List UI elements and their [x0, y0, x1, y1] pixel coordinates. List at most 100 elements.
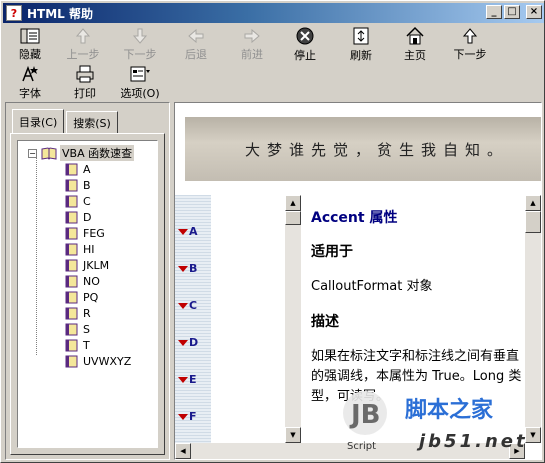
closed-book-icon [65, 291, 78, 303]
tree-item[interactable]: C [64, 193, 131, 209]
options-icon [129, 64, 151, 84]
closed-book-icon [65, 227, 78, 239]
closed-book-icon [65, 163, 78, 175]
font-button[interactable]: 字体 [5, 64, 55, 100]
closed-book-icon [65, 259, 78, 271]
tree-item[interactable]: HI [64, 241, 131, 257]
closed-book-icon [65, 323, 78, 335]
closed-book-icon [65, 243, 78, 255]
print-button[interactable]: 打印 [60, 64, 110, 100]
contents-tree[interactable]: − VBA 函数速查 A B C D FEG HI JKLM NO PQ R S T UVWXYZ [17, 140, 158, 448]
forward-arrow-icon [243, 26, 261, 45]
red-triangle-icon [178, 376, 188, 383]
close-button[interactable]: × [526, 5, 542, 19]
tree-item[interactable]: S [64, 321, 131, 337]
help-app-icon: ? [6, 5, 22, 21]
applies-text: CalloutFormat 对象 [311, 279, 433, 294]
home-button[interactable]: 主页 [390, 26, 440, 62]
navigation-pane: 目录(C) 搜索(S) − VBA 函数速查 A B C D FEG HI JKLM NO PQ… [5, 102, 170, 460]
font-icon [20, 64, 40, 84]
prev-button[interactable]: 上一步 [58, 26, 108, 62]
letter-label: F [189, 410, 197, 423]
maximize-button[interactable]: □ [504, 5, 520, 19]
options-label: 选项(O) [120, 87, 160, 100]
tree-item[interactable]: R [64, 305, 131, 321]
hide-button[interactable]: 隐藏 [5, 26, 55, 62]
scroll-down-icon[interactable]: ▼ [285, 427, 301, 443]
letter-label: B [189, 262, 198, 275]
letter-index-link[interactable]: B [178, 262, 197, 275]
letter-label: A [189, 225, 198, 238]
stop-label: 停止 [294, 49, 316, 62]
refresh-button[interactable]: 刷新 [336, 26, 386, 62]
tree-connector-line [36, 155, 37, 355]
forward-label: 前进 [241, 48, 263, 61]
tree-item[interactable]: PQ [64, 289, 131, 305]
up-arrow-icon [462, 26, 478, 45]
tree-item[interactable]: JKLM [64, 257, 131, 273]
tree-item-label: S [83, 322, 90, 336]
minimize-button[interactable]: _ [486, 5, 502, 19]
tree-items: A B C D FEG HI JKLM NO PQ R S T UVWXYZ [64, 161, 131, 369]
letter-index-link[interactable]: F [178, 410, 197, 423]
back-button[interactable]: 后退 [171, 26, 221, 62]
banner-image: 大梦谁先觉，贫生我自知。 [185, 117, 541, 181]
help-window: ? HTML 帮助 _ □ × 隐藏 上一步 下一步 后退 前进 停止 刷新 主… [0, 0, 545, 463]
tree-item[interactable]: FEG [64, 225, 131, 241]
home-label: 主页 [404, 49, 426, 62]
tree-root-node[interactable]: − VBA 函数速查 [28, 145, 135, 161]
next-step-disabled-button[interactable]: 下一步 [115, 26, 165, 62]
tree-item-label: R [83, 306, 91, 320]
letter-index-link[interactable]: E [178, 373, 197, 386]
watermark-logo: JB [349, 400, 381, 430]
home-icon [405, 26, 425, 46]
nav-tabs: 目录(C) 搜索(S) [12, 109, 120, 133]
tree-item[interactable]: T [64, 337, 131, 353]
hide-icon [20, 26, 40, 45]
refresh-label: 刷新 [350, 49, 372, 62]
article-title: Accent 属性 [311, 210, 398, 226]
scroll-up-icon[interactable]: ▲ [525, 195, 541, 211]
tree-item[interactable]: NO [64, 273, 131, 289]
letter-index-link[interactable]: C [178, 299, 197, 312]
options-button[interactable]: 选项(O) [115, 64, 165, 100]
window-title: HTML 帮助 [27, 6, 93, 21]
tree-item-label: T [83, 338, 90, 352]
back-arrow-icon [187, 26, 205, 45]
forward-button[interactable]: 前进 [227, 26, 277, 62]
index-vertical-scrollbar[interactable]: ▲ ▼ [285, 195, 301, 443]
print-icon [75, 64, 95, 84]
refresh-icon [352, 26, 370, 46]
next-label: 下一步 [453, 48, 487, 61]
letter-index-link[interactable]: D [178, 336, 198, 349]
stop-icon [295, 26, 315, 46]
tab-contents[interactable]: 目录(C) [12, 109, 65, 133]
red-triangle-icon [178, 339, 188, 346]
tree-item[interactable]: D [64, 209, 131, 225]
letter-label: C [189, 299, 198, 312]
closed-book-icon [65, 355, 78, 367]
site-watermark: JB Script 脚本之家 jb51.net [341, 387, 545, 463]
stop-button[interactable]: 停止 [280, 26, 330, 62]
tree-item[interactable]: UVWXYZ [64, 353, 131, 369]
window-controls: _ □ × [486, 5, 542, 19]
letter-index-link[interactable]: A [178, 225, 198, 238]
collapse-icon[interactable]: − [28, 148, 37, 158]
watermark-url: jb51.net [416, 431, 528, 452]
watermark-sub: Script [347, 441, 376, 452]
closed-book-icon [65, 195, 78, 207]
down-arrow-icon [132, 26, 148, 45]
tree-item[interactable]: B [64, 177, 131, 193]
closed-book-icon [65, 179, 78, 191]
tree-item[interactable]: A [64, 161, 131, 177]
scroll-thumb[interactable] [285, 211, 301, 225]
tab-search[interactable]: 搜索(S) [66, 111, 118, 133]
next-button[interactable]: 下一步 [445, 26, 495, 62]
title-bar: ? HTML 帮助 _ □ × [3, 3, 544, 23]
scroll-up-icon[interactable]: ▲ [285, 195, 301, 211]
tree-item-label: PQ [83, 290, 99, 304]
red-triangle-icon [178, 302, 188, 309]
scroll-thumb[interactable] [525, 211, 541, 233]
scroll-left-icon[interactable]: ◀ [175, 443, 191, 459]
description-heading: 描述 [311, 314, 339, 330]
